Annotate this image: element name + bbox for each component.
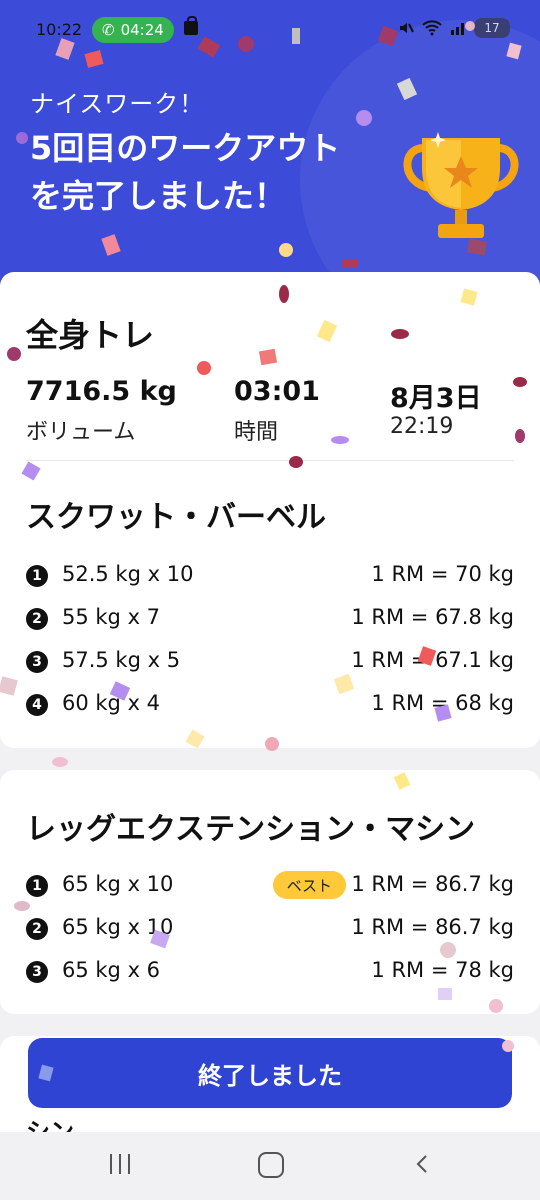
set-weight-reps: 52.5 kg x 10 [62,562,194,586]
celebration-header: 10:22 ✆ 04:24 17 ナイスワーク！ 5回目のワークアウトを完了しま… [0,0,540,300]
completion-title: 5回目のワークアウトを完了しました！ [30,129,341,215]
finish-button[interactable]: 終了しました [28,1038,512,1108]
volume-label: ボリューム [26,420,136,445]
set-row: 3 57.5 kg x 5 1 RM = 67.1 kg [26,648,514,678]
ongoing-call-pill[interactable]: ✆ 04:24 [92,17,174,43]
call-timer: 04:24 [120,21,164,39]
date-time: 22:19 [390,414,454,439]
status-bar: 10:22 ✆ 04:24 17 [0,14,540,46]
set-number-badge: 4 [26,694,48,716]
set-number-badge: 1 [26,565,48,587]
set-row: 3 65 kg x 6 1 RM = 78 kg [26,958,514,988]
set-one-rep-max: 1 RM = 67.1 kg [351,648,514,672]
exercise-title: スクワット・バーベル [26,500,326,535]
wifi-icon [422,20,442,36]
set-one-rep-max: 1 RM = 68 kg [371,691,514,715]
workout-name: 全身トレ [26,316,155,354]
workout-summary-card: 全身トレ 7716.5 kg ボリューム 03:01 時間 8月3日 22:19… [0,272,540,748]
set-number-badge: 2 [26,918,48,940]
set-row: 1 65 kg x 10 ベスト 1 RM = 86.7 kg [26,871,514,902]
shopping-bag-icon [184,16,198,35]
exercise-card: レッグエクステンション・マシン 1 65 kg x 10 ベスト 1 RM = … [0,770,540,1014]
system-navigation-bar [0,1132,540,1200]
system-icons: 17 [398,18,510,38]
set-one-rep-max: 1 RM = 86.7 kg [351,915,514,939]
set-weight-reps: 65 kg x 6 [62,958,161,982]
set-weight-reps: 57.5 kg x 5 [62,648,181,672]
set-one-rep-max: 1 RM = 86.7 kg [351,872,514,896]
best-badge: ベスト [272,871,346,899]
battery-level: 17 [484,21,500,35]
set-row: 2 65 kg x 10 1 RM = 86.7 kg [26,915,514,945]
congrats-subtitle: ナイスワーク！ [30,90,205,118]
volume-value: 7716.5 kg [26,376,177,407]
set-weight-reps: 65 kg x 10 [62,915,174,939]
duration-value: 03:01 [234,376,320,407]
back-button[interactable] [412,1154,432,1174]
divider [26,460,514,461]
set-one-rep-max: 1 RM = 78 kg [371,958,514,982]
set-weight-reps: 55 kg x 7 [62,605,161,629]
set-row: 4 60 kg x 4 1 RM = 68 kg [26,691,514,721]
set-weight-reps: 65 kg x 10 [62,872,174,896]
set-weight-reps: 60 kg x 4 [62,691,161,715]
mute-icon [400,23,414,33]
exercise-title: レッグエクステンション・マシン [26,812,476,847]
phone-icon: ✆ [102,21,115,39]
set-number-badge: 2 [26,608,48,630]
set-number-badge: 3 [26,651,48,673]
signal-icon [451,23,464,35]
trophy-icon [403,132,519,238]
recent-apps-button[interactable] [110,1154,134,1174]
set-number-badge: 1 [26,875,48,897]
set-one-rep-max: 1 RM = 67.8 kg [351,605,514,629]
home-button[interactable] [258,1152,284,1178]
set-number-badge: 3 [26,961,48,983]
battery-indicator: 17 [474,18,510,38]
duration-label: 時間 [234,420,279,445]
set-one-rep-max: 1 RM = 70 kg [371,562,514,586]
set-row: 2 55 kg x 7 1 RM = 67.8 kg [26,605,514,635]
clock: 10:22 [36,20,83,39]
date-value: 8月3日 [390,383,482,414]
set-row: 1 52.5 kg x 10 1 RM = 70 kg [26,562,514,592]
